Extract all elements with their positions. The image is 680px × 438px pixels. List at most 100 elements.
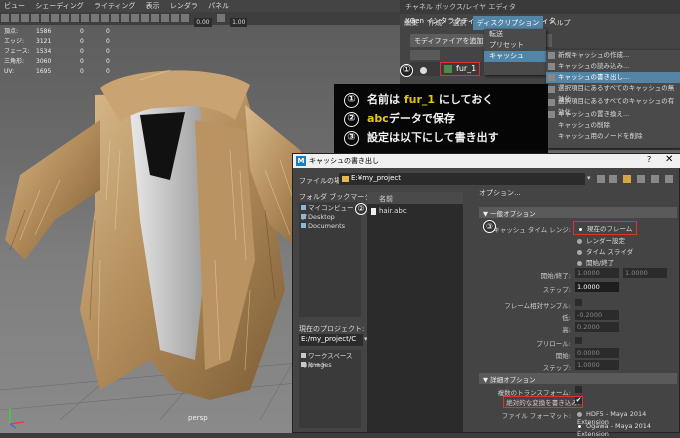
preroll-start-field[interactable]: 0.0000 — [575, 348, 619, 358]
menu-item-disable-caches[interactable]: 選択項目にあるすべてのキャッシュの無効化 — [546, 83, 680, 103]
depth-of-field-icon[interactable] — [151, 14, 159, 22]
general-options-section[interactable]: ▼ 一般オプション — [479, 207, 677, 218]
location-field[interactable]: E:¥my_project — [339, 173, 585, 185]
tab-channel-box[interactable]: チャネル ボックス/レイヤ エディタ — [400, 0, 521, 14]
high-field[interactable]: 0.2000 — [575, 322, 619, 332]
gamma-field[interactable]: 1.00 — [230, 18, 248, 27]
menu-edit[interactable]: 編集 — [400, 16, 422, 30]
textured-icon[interactable] — [101, 14, 109, 22]
resolution-gate-icon[interactable] — [41, 14, 49, 22]
grid-icon[interactable] — [21, 14, 29, 22]
menu-create[interactable]: 作成 — [424, 16, 446, 30]
field-chart-icon[interactable] — [61, 14, 69, 22]
menu-item-enable-caches[interactable]: 選択項目にあるすべてのキャッシュの有効化 — [546, 96, 680, 116]
help-button[interactable]: ? — [647, 155, 651, 164]
file-format-label: ファイル フォーマット: — [501, 412, 571, 420]
wireframe-icon[interactable] — [81, 14, 89, 22]
instruction-callout: ① 名前は fur_1 にしておく ② abcデータで保存 ③ 設定は以下にして書き出… — [334, 84, 548, 156]
detail-view-icon[interactable] — [665, 175, 673, 183]
name-column-header[interactable]: 名前 — [367, 192, 463, 204]
preroll-step-label: ステップ: — [542, 364, 571, 372]
location-dropdown-icon[interactable]: ▾ — [587, 174, 591, 182]
lights-icon[interactable] — [111, 14, 119, 22]
visibility-eye-icon[interactable] — [410, 50, 440, 60]
cache-submenu: 新規キャッシュの作成... キャッシュの読み込み... キャッシュの書き出し..… — [546, 50, 680, 148]
menu-item-export-cache[interactable]: キャッシュの書き出し... — [546, 72, 680, 83]
description-name-field[interactable]: fur_1 — [440, 62, 480, 76]
menu-help[interactable]: ヘルプ — [545, 16, 574, 30]
dialog-titlebar[interactable]: キャッシュの書き出し — [293, 154, 680, 168]
radio-current-frame[interactable]: 現在のフレーム — [573, 221, 638, 235]
viewport-menubar: ビュー シェーディング ライティング 表示 レンダラ パネル — [0, 0, 400, 12]
menu-item-new-cache[interactable]: 新規キャッシュの作成... — [546, 50, 680, 61]
viewport-toolbar: 0.00 1.00 — [0, 12, 400, 27]
safe-action-icon[interactable] — [71, 14, 79, 22]
radio-dot-icon[interactable] — [420, 67, 427, 74]
radio-time-slider[interactable]: タイム スライダ — [577, 246, 633, 256]
preroll-step-field[interactable]: 1.0000 — [575, 360, 619, 370]
menu-panels[interactable]: パネル — [204, 0, 233, 12]
fur-coat-model[interactable] — [0, 60, 330, 420]
add-modifier-button[interactable]: モディファイアを追加 — [410, 34, 494, 47]
annotation-marker-1: ① — [400, 64, 413, 77]
smooth-shade-icon[interactable] — [91, 14, 99, 22]
menu-item-import-cache[interactable]: キャッシュの読み込み... — [546, 61, 680, 72]
start-field[interactable]: 1.0000 — [575, 268, 619, 278]
bookmark-desktop[interactable]: Desktop — [301, 213, 359, 222]
bookmark-icon[interactable] — [11, 14, 19, 22]
film-gate-icon[interactable] — [31, 14, 39, 22]
close-button[interactable]: ✕ — [665, 154, 673, 165]
radio-start-end[interactable]: 開始/終了 — [577, 257, 614, 267]
radio-render-settings[interactable]: レンダー設定 — [577, 235, 625, 245]
shadows-icon[interactable] — [121, 14, 129, 22]
xray-icon[interactable] — [161, 14, 169, 22]
hud-row-verts: 頂点: 1586 0 0 — [4, 28, 110, 35]
menu-item-delete-cache[interactable]: キャッシュの削除 — [546, 120, 680, 131]
bookmark-my-computer[interactable]: マイコンピュータ — [301, 204, 359, 221]
enable-cache-icon — [548, 99, 555, 106]
replace-cache-icon — [548, 111, 555, 118]
menu-item-delete-cache-node[interactable]: キャッシュ用のノードを削除 — [546, 131, 680, 142]
gamma-icon[interactable] — [216, 14, 225, 22]
antialias-icon[interactable] — [141, 14, 149, 22]
forward-icon[interactable] — [609, 175, 617, 183]
menu-item-presets[interactable]: プリセット — [484, 40, 546, 51]
bookmarks-list: マイコンピュータ Desktop Documents — [299, 202, 361, 317]
menu-item-cache[interactable]: キャッシュ — [484, 51, 546, 62]
end-field[interactable]: 1.0000 — [623, 268, 667, 278]
step-field[interactable]: 1.0000 — [575, 282, 619, 292]
exposure-icon[interactable] — [181, 14, 189, 22]
step-label: ステップ: — [542, 286, 571, 294]
import-cache-icon — [548, 63, 555, 70]
gate-mask-icon[interactable] — [51, 14, 59, 22]
menu-shading[interactable]: シェーディング — [31, 0, 88, 12]
menu-renderer[interactable]: レンダラ — [166, 0, 202, 12]
menu-select[interactable]: 選択 — [448, 16, 470, 30]
menu-item-transfer[interactable]: 転送 — [484, 29, 546, 40]
bookmark-documents[interactable]: Documents — [301, 222, 359, 231]
absolute-transform-checkbox[interactable]: ✔ — [575, 397, 582, 404]
menu-view[interactable]: ビュー — [0, 0, 29, 12]
menu-show[interactable]: 表示 — [142, 0, 164, 12]
project-item-workspace-root[interactable]: ワークスペースのルート — [301, 352, 359, 369]
advanced-options-section[interactable]: ▼ 詳細オプション — [479, 373, 677, 384]
menu-item-replace-cache[interactable]: キャッシュの置き換え... — [546, 109, 680, 120]
camera-icon[interactable] — [1, 14, 9, 22]
preroll-checkbox[interactable] — [575, 337, 582, 344]
frame-relative-checkbox[interactable] — [575, 299, 582, 306]
refresh-icon[interactable] — [637, 175, 645, 183]
menu-lighting[interactable]: ライティング — [90, 0, 139, 12]
ambient-occlusion-icon[interactable] — [131, 14, 139, 22]
back-icon[interactable] — [597, 175, 605, 183]
exposure-field[interactable]: 0.00 — [194, 18, 212, 27]
low-field[interactable]: -0.2000 — [575, 310, 619, 320]
project-item-images[interactable]: images — [301, 361, 359, 370]
list-view-icon[interactable] — [651, 175, 659, 183]
isolate-icon[interactable] — [171, 14, 179, 22]
new-folder-icon[interactable] — [623, 175, 631, 183]
multiple-transforms-checkbox[interactable] — [575, 386, 582, 393]
file-row-hair-abc[interactable]: hair.abc — [371, 207, 407, 215]
menu-description[interactable]: ディスクリプション — [472, 16, 544, 30]
radio-ogawa[interactable]: Ogawa - Maya 2014 Extension — [577, 422, 679, 438]
project-dropdown[interactable]: E:/my_project/C — [299, 334, 363, 346]
